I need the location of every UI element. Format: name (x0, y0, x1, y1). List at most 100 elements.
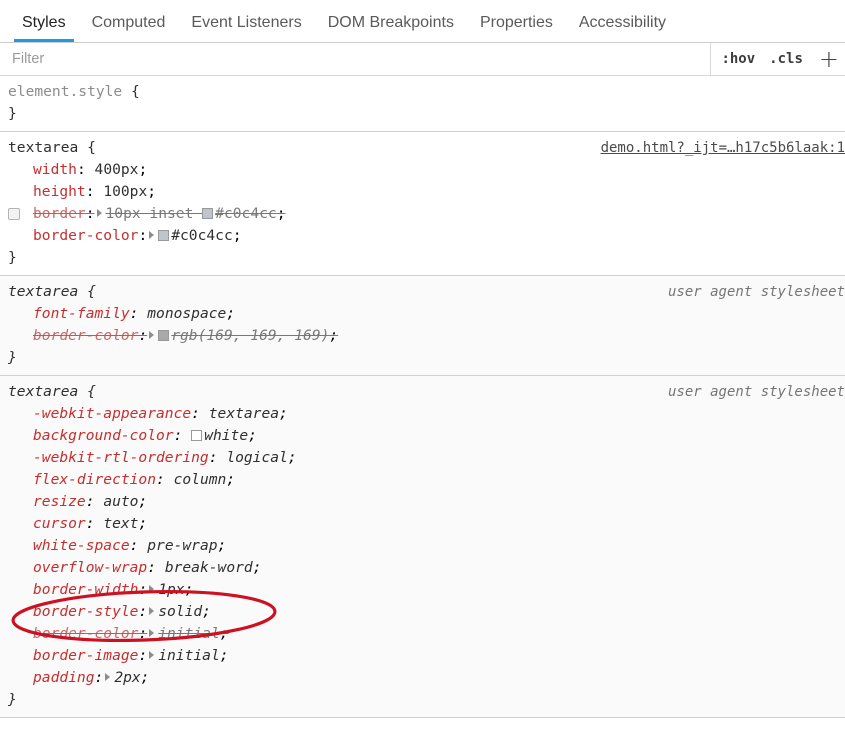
declaration-height[interactable]: height: 100px; (0, 181, 845, 203)
declaration-value[interactable]: 400px (95, 161, 139, 178)
declaration-value[interactable]: #c0c4cc (158, 227, 233, 244)
declaration-property[interactable]: border (33, 205, 86, 222)
declaration-property[interactable]: border-style (33, 603, 138, 620)
declaration-resize[interactable]: resize: auto; (0, 491, 845, 513)
open-brace: { (131, 83, 140, 100)
expand-shorthand-icon[interactable] (105, 673, 111, 681)
declaration-property[interactable]: border-image (33, 647, 138, 664)
declaration-cursor[interactable]: cursor: text; (0, 513, 845, 535)
declaration-property[interactable]: border-color (33, 625, 138, 642)
expand-shorthand-icon[interactable] (149, 629, 155, 637)
color-swatch[interactable] (191, 430, 203, 441)
declaration-value[interactable]: pre-wrap (147, 537, 217, 554)
declaration--webkit-rtl-ordering[interactable]: -webkit-rtl-ordering: logical; (0, 447, 845, 469)
expand-shorthand-icon[interactable] (149, 585, 155, 593)
declaration-font-family[interactable]: font-family: monospace; (0, 303, 845, 325)
declaration-value[interactable]: 100px (103, 183, 147, 200)
declaration-property[interactable]: flex-direction (33, 471, 156, 488)
filter-input[interactable] (2, 45, 711, 73)
panel-tabbar: Styles Computed Event Listeners DOM Breakpo… (0, 0, 845, 43)
color-swatch[interactable] (202, 208, 214, 219)
declaration-property[interactable]: border-width (33, 581, 138, 598)
declaration-value[interactable]: 2px (114, 669, 140, 686)
declaration-flex-direction[interactable]: flex-direction: column; (0, 469, 845, 491)
tab-accessibility[interactable]: Accessibility (566, 0, 679, 42)
declaration-border-style[interactable]: border-style: solid; (0, 601, 845, 623)
expand-shorthand-icon[interactable] (96, 209, 102, 217)
declaration-white-space[interactable]: white-space: pre-wrap; (0, 535, 845, 557)
declaration-border-width[interactable]: border-width: 1px; (0, 579, 845, 601)
declaration-value[interactable]: column (174, 471, 227, 488)
declaration-border-color[interactable]: border-color: initial; (0, 623, 845, 645)
rule-selector[interactable]: textarea (8, 139, 78, 156)
declaration-value[interactable]: initial (158, 647, 220, 664)
declaration-property[interactable]: overflow-wrap (33, 559, 147, 576)
rule-origin-label: user agent stylesheet (667, 384, 845, 400)
filter-actions: :hov .cls + (710, 43, 845, 75)
declaration-value[interactable]: auto (103, 493, 138, 510)
declaration-padding[interactable]: padding: 2px; (0, 667, 845, 689)
declaration-value[interactable]: logical (226, 449, 288, 466)
close-brace-line: } (0, 247, 845, 269)
declaration-value[interactable]: rgb(169, 169, 169) (158, 327, 329, 344)
color-swatch[interactable] (158, 330, 170, 341)
expand-shorthand-icon[interactable] (149, 651, 155, 659)
declaration-property[interactable]: cursor (33, 515, 86, 532)
close-brace-line: } (0, 689, 845, 711)
declaration-border-color[interactable]: border-color: rgb(169, 169, 169); (0, 325, 845, 347)
open-brace: { (87, 283, 96, 300)
close-brace: } (8, 691, 17, 708)
declaration-property[interactable]: height (33, 183, 86, 200)
rule-source-link[interactable]: demo.html?_ijt=…h17c5b6laak:1 (601, 137, 845, 159)
declaration-property[interactable]: padding (33, 669, 95, 686)
declaration-value[interactable]: break-word (165, 559, 253, 576)
tab-dom-breakpoints[interactable]: DOM Breakpoints (315, 0, 467, 42)
declaration-value[interactable]: solid (158, 603, 202, 620)
rule-selector[interactable]: textarea (8, 383, 78, 400)
declaration--webkit-appearance[interactable]: -webkit-appearance: textarea; (0, 403, 845, 425)
declaration-value[interactable]: 10px inset #c0c4cc (106, 205, 277, 222)
declaration-property[interactable]: border-color (33, 227, 138, 244)
declaration-value[interactable]: monospace (147, 305, 226, 322)
rule-selector-line: textarea {demo.html?_ijt=…h17c5b6laak:1 (0, 137, 845, 159)
declaration-value[interactable]: textarea (209, 405, 279, 422)
declaration-value[interactable]: initial (158, 625, 220, 642)
declaration-property[interactable]: font-family (33, 305, 130, 322)
tab-styles[interactable]: Styles (9, 0, 79, 42)
declaration-value[interactable]: text (103, 515, 138, 532)
devtools-styles-panel: Styles Computed Event Listeners DOM Breakpo… (0, 0, 845, 741)
declaration-property[interactable]: -webkit-rtl-ordering (33, 449, 209, 466)
style-rule: textarea {user agent stylesheet font-fami… (0, 276, 845, 376)
tab-computed[interactable]: Computed (79, 0, 179, 42)
declaration-property[interactable]: background-color (33, 427, 174, 444)
declaration-property[interactable]: white-space (33, 537, 130, 554)
expand-shorthand-icon[interactable] (149, 607, 155, 615)
close-brace-line: } (0, 103, 845, 125)
declaration-property[interactable]: -webkit-appearance (33, 405, 191, 422)
expand-shorthand-icon[interactable] (149, 231, 155, 239)
declaration-property[interactable]: width (33, 161, 77, 178)
declaration-border-color[interactable]: border-color: #c0c4cc; (0, 225, 845, 247)
tab-event-listeners[interactable]: Event Listeners (178, 0, 314, 42)
close-brace: } (8, 105, 17, 122)
tab-properties[interactable]: Properties (467, 0, 566, 42)
declaration-overflow-wrap[interactable]: overflow-wrap: break-word; (0, 557, 845, 579)
declaration-width[interactable]: width: 400px; (0, 159, 845, 181)
declaration-background-color[interactable]: background-color: white; (0, 425, 845, 447)
rule-selector-line: element.style { (0, 81, 845, 103)
declaration-border-image[interactable]: border-image: initial; (0, 645, 845, 667)
color-swatch[interactable] (158, 230, 170, 241)
style-rule: textarea {user agent stylesheet -webkit-a… (0, 376, 845, 718)
declaration-property[interactable]: resize (33, 493, 86, 510)
declaration-enable-checkbox[interactable] (8, 208, 20, 220)
declaration-value[interactable]: white (191, 427, 248, 444)
expand-shorthand-icon[interactable] (149, 331, 155, 339)
hov-toggle-button[interactable]: :hov (721, 51, 755, 67)
rule-selector[interactable]: textarea (8, 283, 78, 300)
declaration-property[interactable]: border-color (33, 327, 138, 344)
declaration-value[interactable]: 1px (158, 581, 184, 598)
new-style-rule-button[interactable]: + (819, 47, 839, 71)
rule-selector[interactable]: element.style (8, 83, 122, 100)
cls-toggle-button[interactable]: .cls (769, 51, 803, 67)
declaration-border[interactable]: border: 10px inset #c0c4cc; (0, 203, 845, 225)
